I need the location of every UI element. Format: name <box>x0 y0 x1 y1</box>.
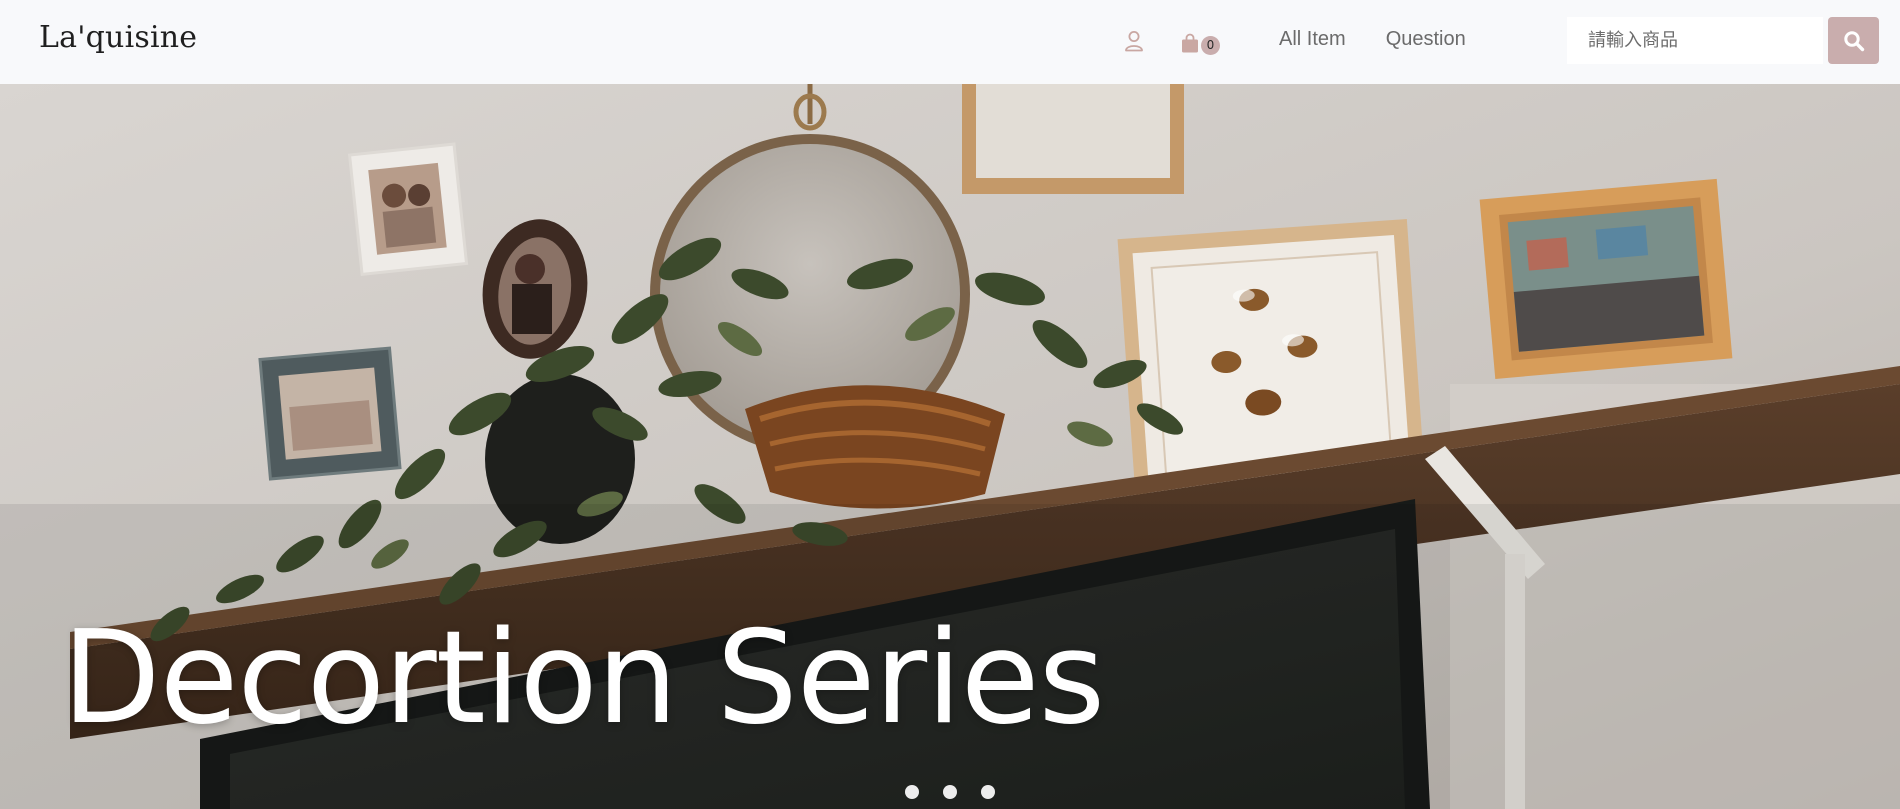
shopping-bag-icon <box>1182 33 1198 52</box>
navbar: La'quisine 0 All Item Question <box>0 0 1900 84</box>
carousel-indicators <box>905 785 995 799</box>
nav-link-all-item[interactable]: All Item <box>1279 28 1346 51</box>
brand-logo[interactable]: La'quisine <box>39 20 197 55</box>
nav-link-question[interactable]: Question <box>1386 28 1466 51</box>
user-icon[interactable] <box>1124 30 1144 52</box>
search-icon <box>1843 30 1864 51</box>
search-button[interactable] <box>1828 17 1879 64</box>
carousel-dot-1[interactable] <box>905 785 919 799</box>
carousel-dot-3[interactable] <box>981 785 995 799</box>
carousel-dot-2[interactable] <box>943 785 957 799</box>
hero-carousel: Decortion Series <box>0 84 1900 809</box>
cart-count-badge: 0 <box>1201 36 1220 55</box>
hero-title: Decortion Series <box>62 604 1105 753</box>
main-nav: All Item Question <box>1279 28 1466 51</box>
search-input[interactable] <box>1567 17 1823 64</box>
cart-button[interactable]: 0 <box>1181 30 1220 55</box>
